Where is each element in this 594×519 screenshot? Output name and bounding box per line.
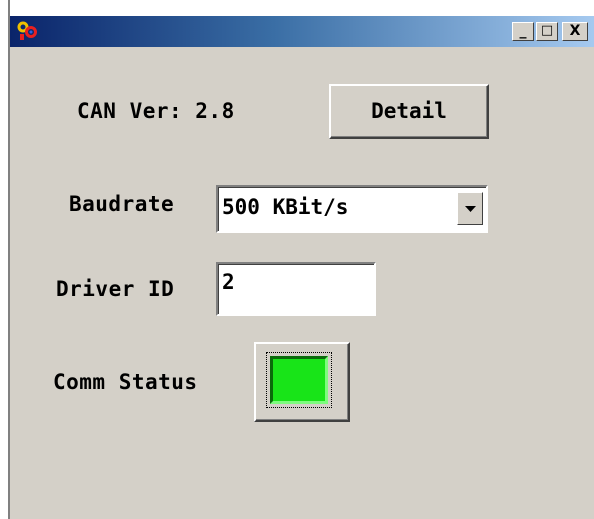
can-version-label: CAN Ver: 2.8 [77, 99, 235, 123]
driver-id-value: 2 [222, 270, 235, 294]
status-led-indicator [270, 356, 328, 404]
dropdown-arrow-button[interactable] [457, 192, 483, 225]
app-window: _ □ X CAN Ver: 2.8 Detail Baudrate 500 K… [8, 0, 594, 519]
app-gear-icon [17, 21, 37, 40]
maximize-button[interactable]: □ [536, 22, 558, 41]
minimize-button[interactable]: _ [512, 22, 534, 41]
baudrate-label: Baudrate [69, 192, 175, 216]
close-button[interactable]: X [562, 22, 588, 41]
baudrate-value: 500 KBit/s [222, 195, 349, 219]
driver-id-label: Driver ID [56, 277, 175, 301]
driver-id-field[interactable]: 2 [216, 262, 376, 316]
comm-status-label: Comm Status [53, 370, 198, 394]
comm-status-button[interactable] [254, 342, 350, 422]
baudrate-select[interactable]: 500 KBit/s [216, 185, 488, 233]
detail-button[interactable]: Detail [329, 84, 489, 139]
chevron-down-icon [465, 206, 476, 212]
window-top-edge [10, 0, 594, 16]
focus-rect [266, 352, 332, 408]
title-bar[interactable]: _ □ X [10, 16, 594, 47]
